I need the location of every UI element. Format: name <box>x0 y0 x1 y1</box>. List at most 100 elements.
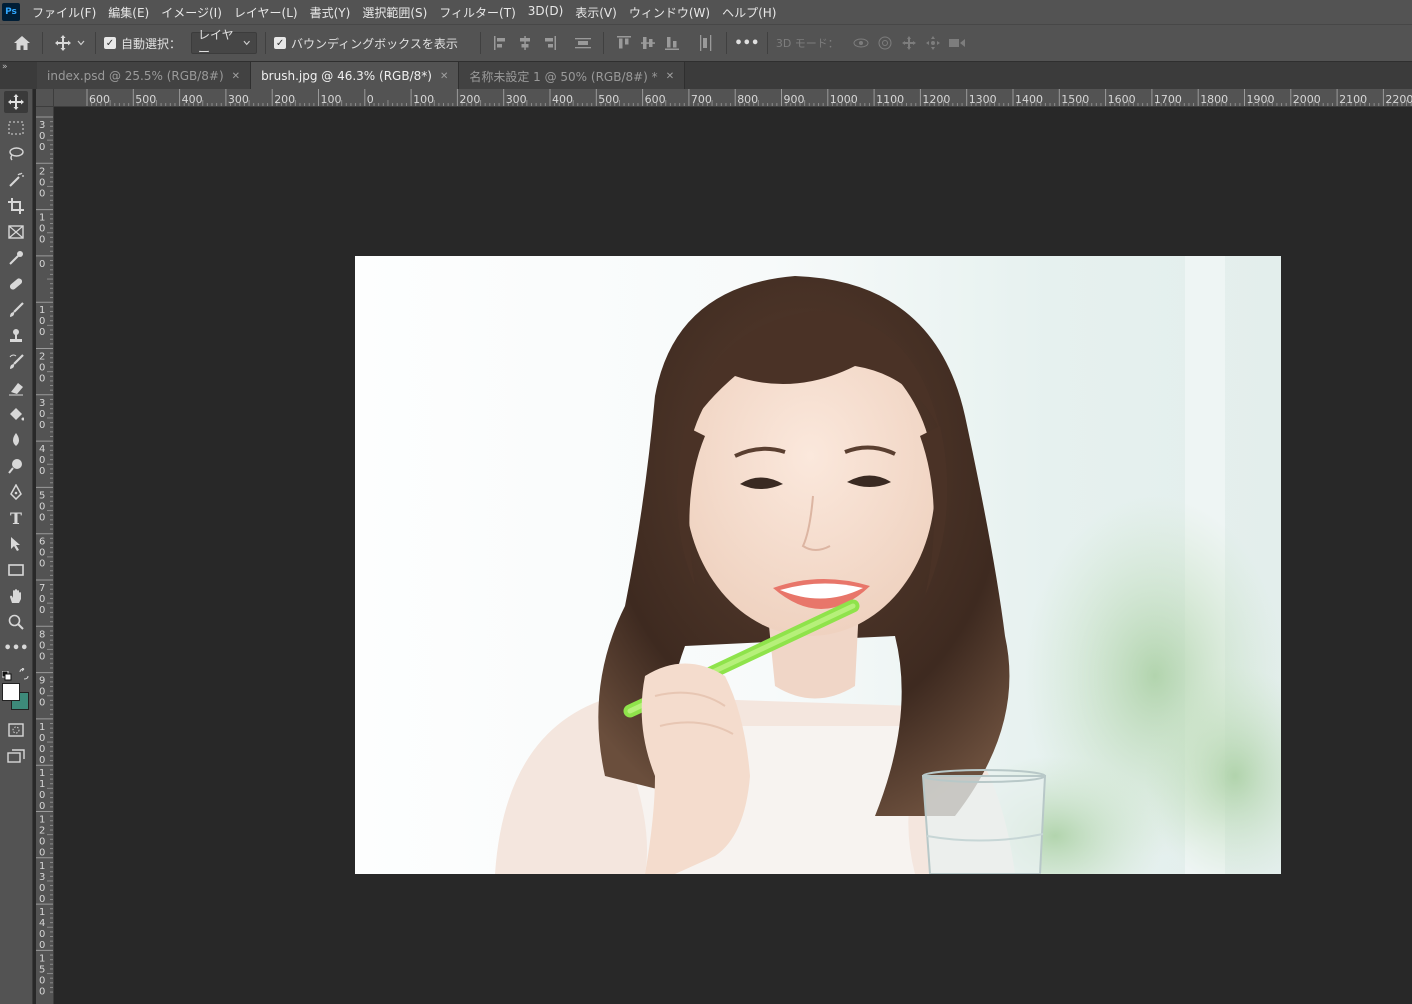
brush-tool-icon[interactable] <box>4 299 28 321</box>
3d-orbit-icon[interactable] <box>849 31 873 55</box>
frame-tool-icon[interactable] <box>4 221 28 243</box>
document-tab-2[interactable]: 名称未設定 1 @ 50% (RGB/8#) * ✕ <box>459 62 686 90</box>
document-tab-0[interactable]: index.psd @ 25.5% (RGB/8#) ✕ <box>37 62 252 90</box>
foreground-color-swatch[interactable] <box>2 683 20 701</box>
align-right-edges-icon[interactable] <box>537 31 561 55</box>
separator <box>479 32 481 54</box>
align-bottom-edges-icon[interactable] <box>660 31 684 55</box>
ruler-label: 1300 <box>969 93 997 106</box>
3d-scale-camera-icon[interactable] <box>945 31 969 55</box>
pen-tool-icon[interactable] <box>4 481 28 503</box>
type-tool-icon[interactable]: T <box>4 507 28 529</box>
show-bounding-box-checkbox[interactable]: ✓ バウンディングボックスを表示 <box>274 35 458 52</box>
ruler-label: 200 <box>39 352 45 385</box>
ruler-label: 1500 <box>39 953 45 997</box>
checkbox-check-icon: ✓ <box>104 37 116 49</box>
document-tab-bar: » index.psd @ 25.5% (RGB/8#) ✕ brush.jpg @… <box>0 61 1412 90</box>
crop-tool-icon[interactable] <box>4 195 28 217</box>
align-horizontal-centers-icon[interactable] <box>513 31 537 55</box>
ruler-label: 200 <box>39 166 45 199</box>
close-icon[interactable]: ✕ <box>232 71 240 82</box>
move-tool-icon[interactable] <box>4 91 28 113</box>
menu-item-6[interactable]: フィルター(T) <box>433 4 521 21</box>
3d-roll-icon[interactable] <box>873 31 897 55</box>
ruler-label: 2200 <box>1385 93 1412 106</box>
3d-mode-label: 3D モード： <box>775 37 839 50</box>
3d-slide-icon[interactable] <box>921 31 945 55</box>
menu-item-9[interactable]: ウィンドウ(W) <box>623 4 716 21</box>
ruler-label: 500 <box>598 93 619 106</box>
ruler-label: 2100 <box>1339 93 1367 106</box>
menu-item-3[interactable]: レイヤー(L) <box>228 4 304 21</box>
distribute-vertical-icon[interactable] <box>571 31 595 55</box>
home-icon[interactable] <box>10 31 34 55</box>
document-tab-1[interactable]: brush.jpg @ 46.3% (RGB/8*) ✕ <box>251 62 460 90</box>
horizontal-ruler[interactable]: 600 500 400 300 200 100 0 100 200 300 400 500 600 700… <box>36 89 1412 107</box>
document-image[interactable] <box>355 256 1281 874</box>
rectangular-marquee-tool-icon[interactable] <box>4 117 28 139</box>
auto-select-target-dropdown[interactable]: レイヤー <box>191 28 258 59</box>
document-tab-label: brush.jpg @ 46.3% (RGB/8*) <box>261 69 432 83</box>
auto-select-checkbox[interactable]: ✓ 自動選択： <box>104 35 181 52</box>
zoom-tool-icon[interactable] <box>4 611 28 633</box>
align-vertical-centers-icon[interactable] <box>636 31 660 55</box>
chevron-down-icon[interactable] <box>75 31 87 55</box>
paint-bucket-tool-icon[interactable] <box>4 403 28 425</box>
vertical-ruler[interactable]: 3002001000100200300400500600700800900100… <box>36 107 54 1004</box>
clone-stamp-tool-icon[interactable] <box>4 325 28 347</box>
ruler-label: 1400 <box>1015 93 1043 106</box>
menu-item-5[interactable]: 選択範囲(S) <box>356 4 433 21</box>
ruler-label: 400 <box>552 93 573 106</box>
lasso-tool-icon[interactable] <box>4 143 28 165</box>
close-icon[interactable]: ✕ <box>440 71 448 82</box>
blur-tool-icon[interactable] <box>4 429 28 451</box>
more-options-button[interactable]: ••• <box>734 31 759 55</box>
ruler-label: 700 <box>691 93 712 106</box>
distribute-horizontal-icon[interactable] <box>694 31 718 55</box>
menu-item-7[interactable]: 3D(D) <box>522 4 569 21</box>
ruler-label: 100 <box>321 93 342 106</box>
dodge-tool-icon[interactable] <box>4 455 28 477</box>
ruler-label: 200 <box>459 93 480 106</box>
path-selection-tool-icon[interactable] <box>4 533 28 555</box>
ruler-label: 800 <box>737 93 758 106</box>
swap-colors-icon[interactable] <box>18 665 30 680</box>
menu-item-2[interactable]: イメージ(I) <box>155 4 228 21</box>
rectangle-tool-icon[interactable] <box>4 559 28 581</box>
menu-items: ファイル(F) 編集(E) イメージ(I) レイヤー(L) 書式(Y) 選択範囲(S) フィ… <box>26 4 782 21</box>
ruler-label: 2000 <box>1293 93 1321 106</box>
ruler-label: 1700 <box>1154 93 1182 106</box>
align-left-edges-icon[interactable] <box>489 31 513 55</box>
ruler-label: 1600 <box>1108 93 1136 106</box>
history-brush-tool-icon[interactable] <box>4 351 28 373</box>
align-top-edges-icon[interactable] <box>612 31 636 55</box>
eraser-tool-icon[interactable] <box>4 377 28 399</box>
checkbox-check-icon: ✓ <box>274 37 287 49</box>
ruler-label: 900 <box>784 93 805 106</box>
quick-mask-mode-icon[interactable] <box>4 719 28 741</box>
screen-mode-icon[interactable] <box>4 745 28 767</box>
hand-tool-icon[interactable] <box>4 585 28 607</box>
edit-toolbar-button[interactable]: ••• <box>4 637 29 659</box>
menu-item-1[interactable]: 編集(E) <box>102 4 155 21</box>
ruler-label: 500 <box>135 93 156 106</box>
eyedropper-tool-icon[interactable] <box>4 247 28 269</box>
move-tool-preset-icon[interactable] <box>51 31 75 55</box>
ruler-origin[interactable] <box>36 89 54 107</box>
photoshop-logo: Ps <box>2 3 20 21</box>
menu-item-4[interactable]: 書式(Y) <box>304 4 357 21</box>
default-colors-icon[interactable] <box>1 666 12 681</box>
ruler-label: 0 <box>367 93 374 106</box>
ruler-label: 1500 <box>1061 93 1089 106</box>
separator <box>766 32 768 54</box>
menu-item-10[interactable]: ヘルプ(H) <box>716 4 782 21</box>
magic-wand-tool-icon[interactable] <box>4 169 28 191</box>
healing-brush-tool-icon[interactable] <box>4 273 28 295</box>
menu-item-8[interactable]: 表示(V) <box>569 4 623 21</box>
panel-collapse-icon[interactable]: » <box>2 62 8 72</box>
ruler-label: 600 <box>645 93 666 106</box>
menu-item-0[interactable]: ファイル(F) <box>26 4 102 21</box>
separator <box>725 32 727 54</box>
close-icon[interactable]: ✕ <box>666 71 674 82</box>
3d-pan-icon[interactable] <box>897 31 921 55</box>
